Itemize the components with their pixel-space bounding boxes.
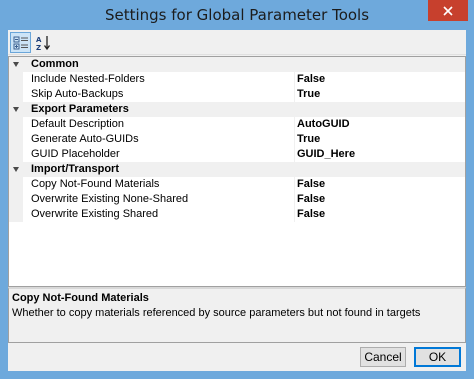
property-value[interactable]: GUID_Here: [297, 148, 355, 160]
property-value[interactable]: AutoGUID: [297, 118, 350, 130]
property-row[interactable]: Include Nested-Folders False: [9, 72, 465, 87]
close-button[interactable]: [428, 0, 468, 21]
category-export-parameters[interactable]: Export Parameters: [9, 102, 465, 117]
property-row[interactable]: Skip Auto-Backups True: [9, 87, 465, 102]
row-gutter: [9, 57, 23, 72]
close-icon: [443, 5, 453, 16]
property-row[interactable]: Overwrite Existing Shared False: [9, 207, 465, 222]
property-name: Skip Auto-Backups: [31, 88, 124, 100]
row-gutter: [9, 177, 23, 192]
property-row[interactable]: Default Description AutoGUID: [9, 117, 465, 132]
sort-alphabetical-icon: A Z: [36, 35, 50, 51]
column-divider[interactable]: [294, 192, 295, 207]
property-name: Overwrite Existing None-Shared: [31, 193, 189, 205]
property-value[interactable]: True: [297, 133, 320, 145]
collapse-arrow-icon[interactable]: [13, 62, 19, 67]
property-name: Generate Auto-GUIDs: [31, 133, 139, 145]
settings-dialog: Settings for Global Parameter Tools A Z …: [0, 0, 474, 379]
category-label: Export Parameters: [31, 103, 129, 115]
row-gutter: [9, 207, 23, 222]
column-divider[interactable]: [294, 132, 295, 147]
collapse-arrow-icon[interactable]: [13, 107, 19, 112]
category-label: Import/Transport: [31, 163, 120, 175]
alphabetical-view-button[interactable]: A Z: [33, 32, 54, 53]
column-divider[interactable]: [294, 72, 295, 87]
help-panel: Copy Not-Found Materials Whether to copy…: [8, 287, 466, 343]
property-value[interactable]: False: [297, 73, 325, 85]
column-divider[interactable]: [294, 117, 295, 132]
categorized-view-button[interactable]: [10, 32, 31, 53]
help-description: Whether to copy materials referenced by …: [12, 307, 421, 319]
category-label: Common: [31, 58, 79, 70]
title-bar[interactable]: Settings for Global Parameter Tools: [0, 0, 474, 30]
categorized-view-icon: [13, 36, 28, 49]
property-name: Include Nested-Folders: [31, 73, 145, 85]
category-import-transport[interactable]: Import/Transport: [9, 162, 465, 177]
dialog-client-area: A Z Common Include Nested-Folders False …: [8, 30, 466, 371]
svg-text:Z: Z: [36, 44, 41, 51]
row-gutter: [9, 162, 23, 177]
property-value[interactable]: False: [297, 193, 325, 205]
row-gutter: [9, 132, 23, 147]
collapse-arrow-icon[interactable]: [13, 167, 19, 172]
property-row[interactable]: Generate Auto-GUIDs True: [9, 132, 465, 147]
row-gutter: [9, 192, 23, 207]
row-gutter: [9, 147, 23, 162]
column-divider[interactable]: [294, 87, 295, 102]
property-value[interactable]: True: [297, 88, 320, 100]
column-divider[interactable]: [294, 147, 295, 162]
row-gutter: [9, 72, 23, 87]
column-divider[interactable]: [294, 207, 295, 222]
property-value[interactable]: False: [297, 178, 325, 190]
row-gutter: [9, 87, 23, 102]
svg-text:A: A: [36, 36, 42, 44]
property-grid-toolbar: A Z: [8, 30, 466, 55]
property-name: GUID Placeholder: [31, 148, 120, 160]
property-name: Overwrite Existing Shared: [31, 208, 159, 220]
property-grid: Common Include Nested-Folders False Skip…: [8, 56, 466, 287]
property-row[interactable]: GUID Placeholder GUID_Here: [9, 147, 465, 162]
row-gutter: [9, 117, 23, 132]
property-row-selected[interactable]: Copy Not-Found Materials False: [9, 177, 465, 192]
category-common[interactable]: Common: [9, 57, 465, 72]
property-name: Default Description: [31, 118, 124, 130]
property-row[interactable]: Overwrite Existing None-Shared False: [9, 192, 465, 207]
property-name: Copy Not-Found Materials: [31, 178, 293, 192]
cancel-button[interactable]: Cancel: [360, 347, 406, 367]
window-title: Settings for Global Parameter Tools: [104, 6, 370, 24]
ok-button[interactable]: OK: [414, 347, 461, 367]
property-value[interactable]: False: [297, 208, 325, 220]
column-divider[interactable]: [294, 177, 295, 192]
row-gutter: [9, 102, 23, 117]
help-title: Copy Not-Found Materials: [12, 292, 149, 304]
